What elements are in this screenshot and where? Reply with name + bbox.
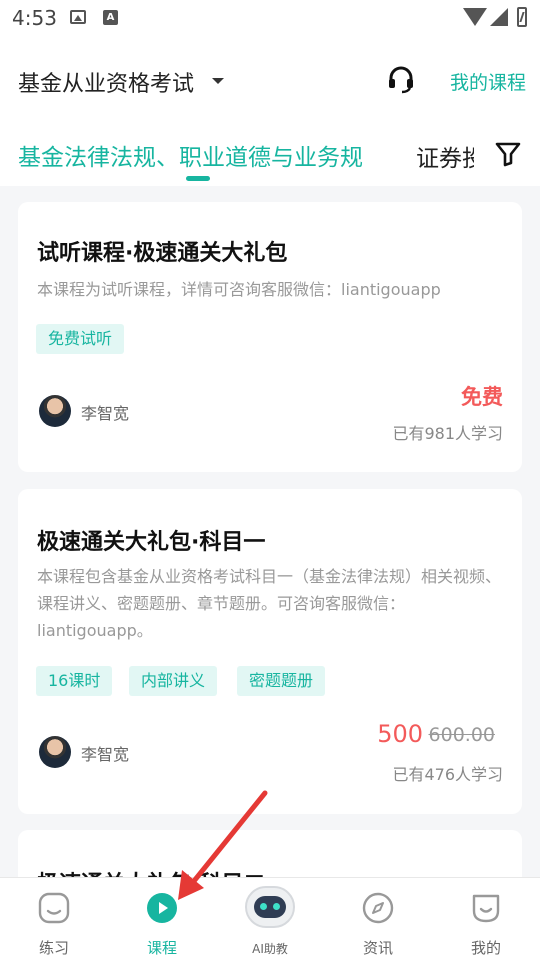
nav-label: 练习	[38, 939, 69, 957]
course-price: 免费	[461, 385, 503, 409]
teacher-name: 李智宽	[81, 745, 130, 764]
app-notification-icon: A	[103, 10, 118, 25]
nav-news[interactable]: 资讯	[324, 878, 432, 960]
compass-icon	[362, 892, 394, 924]
subject-tabs: 基金法律法规、职业道德与业务规 证券投	[0, 126, 540, 186]
tab-indicator	[186, 176, 210, 181]
course-description: 本课程包含基金从业资格考试科目一（基金法律法规）相关视频、课程讲义、密题题册、章…	[37, 567, 502, 640]
nav-label: 我的	[470, 939, 501, 957]
wifi-icon	[463, 8, 487, 26]
course-description: 本课程为试听课程，详情可咨询客服微信：liantigouapp	[37, 280, 441, 299]
image-notification-icon	[70, 10, 86, 24]
course-tag: 密题题册	[237, 666, 326, 696]
tab-securities[interactable]: 证券投	[416, 139, 474, 173]
practice-icon	[38, 892, 70, 924]
teacher-avatar	[39, 736, 71, 768]
exam-selector[interactable]: 基金从业资格考试	[18, 66, 194, 98]
course-tag: 16课时	[36, 666, 113, 696]
annotation-arrow	[178, 790, 268, 900]
tab-law-ethics[interactable]: 基金法律法规、职业道德与业务规	[18, 138, 363, 172]
headset-icon[interactable]	[386, 64, 416, 94]
top-bar: 基金从业资格考试 我的课程	[0, 36, 540, 126]
signal-icon	[490, 8, 508, 26]
filter-icon[interactable]	[494, 140, 522, 168]
nav-profile[interactable]: 我的	[432, 878, 540, 960]
status-time: 4:53	[12, 6, 57, 30]
status-bar: 4:53 A	[0, 0, 540, 36]
course-card[interactable]: 极速通关大礼包·科目一 本课程包含基金从业资格考试科目一（基金法律法规）相关视频…	[18, 489, 522, 814]
my-courses-link[interactable]: 我的课程	[450, 68, 526, 95]
original-price: 600.00	[428, 724, 495, 746]
course-price: 500	[377, 720, 423, 748]
course-title: 极速通关大礼包·科目一	[37, 530, 266, 555]
nav-label: 资讯	[362, 939, 393, 957]
teacher-name: 李智宽	[81, 404, 130, 423]
learner-count: 已有476人学习	[392, 765, 503, 784]
course-card[interactable]: 试听课程·极速通关大礼包 本课程为试听课程，详情可咨询客服微信：liantigo…	[18, 202, 522, 472]
nav-label: AI助教	[252, 942, 288, 956]
caret-down-icon[interactable]	[212, 78, 224, 84]
teacher-avatar	[39, 395, 71, 427]
learner-count: 已有981人学习	[392, 424, 503, 443]
nav-label: 课程	[146, 939, 177, 957]
profile-icon	[472, 894, 500, 923]
course-tag: 内部讲义	[129, 666, 218, 696]
battery-icon	[517, 7, 527, 27]
nav-practice[interactable]: 练习	[0, 878, 108, 960]
course-tag: 免费试听	[36, 324, 125, 354]
course-title: 试听课程·极速通关大礼包	[37, 241, 288, 266]
